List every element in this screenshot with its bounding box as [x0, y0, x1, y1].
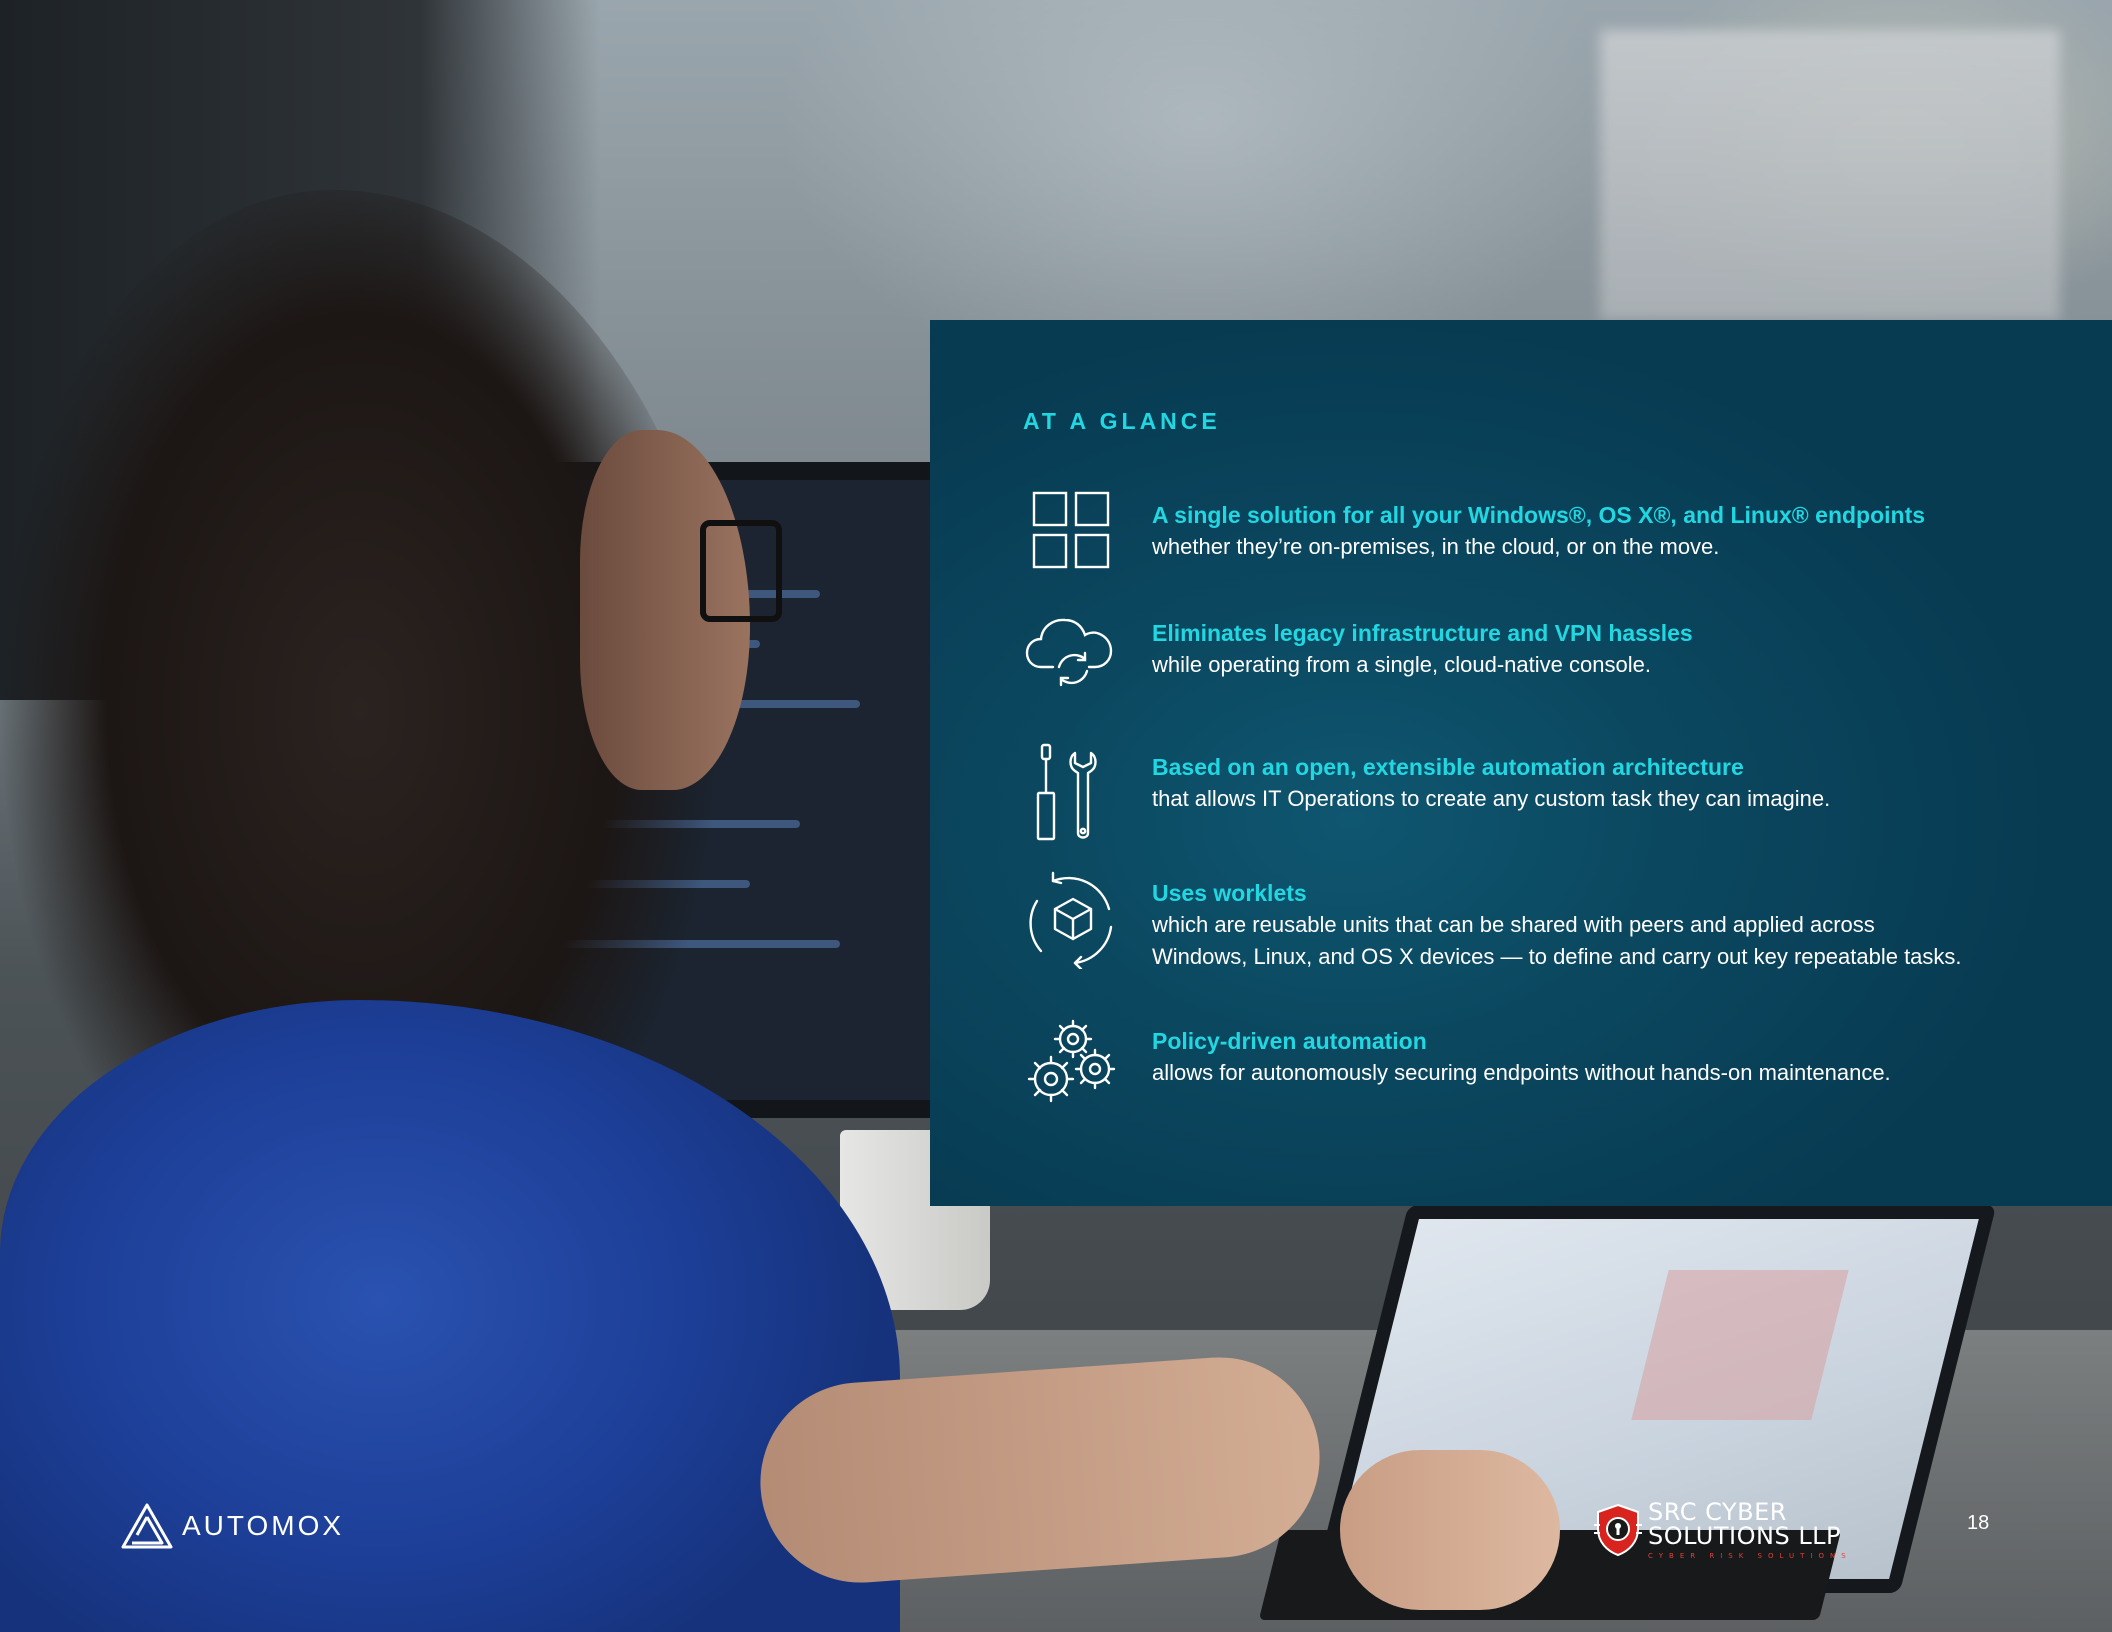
person-arm — [753, 1350, 1327, 1590]
item-body: whether they’re on-premises, in the clou… — [1152, 534, 1720, 559]
automox-logo: AUTOMOX — [120, 1502, 344, 1550]
cloud-sync-icon — [1023, 609, 1131, 709]
glance-item: Policy-driven automation allows for auto… — [1023, 1017, 2112, 1117]
glance-item: Uses worklets which are reusable units t… — [1023, 869, 2112, 973]
item-heading: Eliminates legacy infrastructure and VPN… — [1152, 620, 1693, 646]
automox-logo-icon — [121, 1503, 173, 1549]
glance-item: A single solution for all your Windows®,… — [1023, 491, 2112, 591]
item-body-line: Windows, Linux, and OS X devices — to de… — [1152, 944, 1962, 969]
src-cyber-logo: SRC CYBER SOLUTIONS LLP CYBER RISK SOLUT… — [1594, 1500, 1852, 1560]
glance-item: Eliminates legacy infrastructure and VPN… — [1023, 609, 2112, 709]
person-glasses — [700, 520, 782, 622]
item-body: while operating from a single, cloud-nat… — [1152, 652, 1651, 677]
tools-icon — [1023, 743, 1131, 843]
item-heading: A single solution for all your Windows®,… — [1152, 502, 1926, 528]
item-body: that allows IT Operations to create any … — [1152, 786, 1831, 811]
background-window — [1600, 30, 2060, 320]
partner-name-line1: SRC CYBER — [1648, 1498, 1787, 1526]
item-body: allows for autonomously securing endpoin… — [1152, 1060, 1891, 1085]
item-heading: Policy-driven automation — [1152, 1028, 1427, 1054]
person-hand — [1340, 1450, 1560, 1610]
gears-icon — [1023, 1017, 1131, 1117]
glance-item: Based on an open, extensible automation … — [1023, 743, 2112, 843]
panel-title: AT A GLANCE — [1023, 408, 1221, 434]
item-body-line: which are reusable units that can be sha… — [1152, 912, 1875, 937]
partner-tagline: CYBER RISK SOLUTIONS — [1648, 1552, 1852, 1560]
item-heading: Based on an open, extensible automation … — [1152, 754, 1744, 780]
page: AT A GLANCE A single solution for all yo… — [0, 0, 2112, 1632]
item-heading: Uses worklets — [1152, 880, 1307, 906]
partner-name-line2: SOLUTIONS LLP — [1648, 1522, 1842, 1550]
windows-grid-icon — [1023, 491, 1131, 591]
at-a-glance-panel: AT A GLANCE A single solution for all yo… — [930, 320, 2112, 1206]
background-laptop-dialog — [1631, 1270, 1849, 1420]
page-number: 18 — [1967, 1512, 1990, 1534]
brand-name: AUTOMOX — [182, 1510, 345, 1541]
shield-lock-icon — [1594, 1503, 1642, 1557]
worklet-cube-cycle-icon — [1023, 869, 1131, 969]
